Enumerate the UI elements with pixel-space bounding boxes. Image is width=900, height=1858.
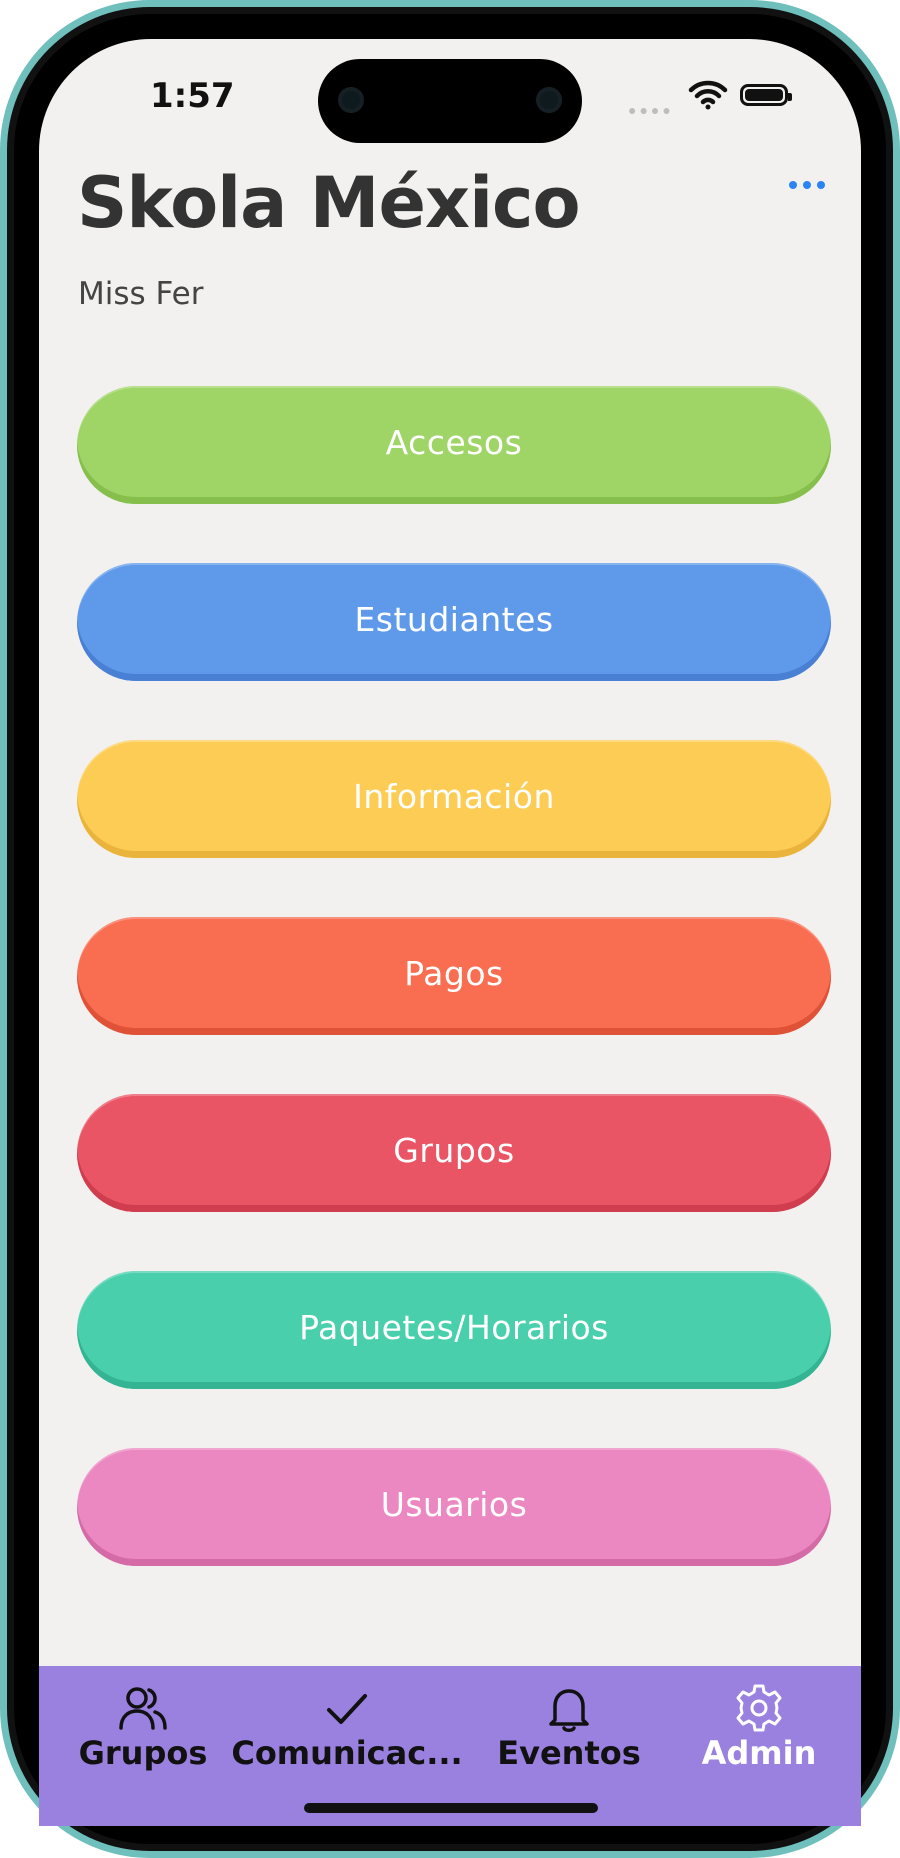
cellular-signal-icon: ●●●● bbox=[628, 102, 674, 118]
battery-icon bbox=[740, 84, 792, 106]
pagos-button[interactable]: Pagos bbox=[77, 917, 831, 1035]
gear-icon bbox=[736, 1684, 782, 1732]
tab-admin[interactable]: Admin bbox=[689, 1684, 829, 1794]
camera-icon bbox=[536, 87, 562, 113]
more-options-icon[interactable] bbox=[782, 170, 832, 200]
sensor-icon bbox=[338, 87, 364, 113]
tab-grupos[interactable]: Grupos bbox=[73, 1684, 213, 1794]
accesos-button[interactable]: Accesos bbox=[77, 386, 831, 504]
status-indicators: ●●●● bbox=[628, 80, 798, 118]
tab-eventos[interactable]: Eventos bbox=[479, 1684, 659, 1794]
dynamic-island bbox=[318, 59, 582, 143]
status-time: 1:57 bbox=[150, 76, 235, 116]
bell-icon bbox=[549, 1689, 589, 1732]
grupos-button[interactable]: Grupos bbox=[77, 1094, 831, 1212]
user-name: Miss Fer bbox=[78, 276, 204, 312]
tab-admin-label: Admin bbox=[701, 1734, 817, 1772]
tab-grupos-label: Grupos bbox=[78, 1734, 208, 1772]
tab-comunicaciones[interactable]: Comunicac... bbox=[231, 1684, 463, 1794]
users-icon bbox=[119, 1687, 167, 1730]
tab-bar: Grupos Comunicac... Eventos Admin bbox=[39, 1666, 861, 1826]
checkmark-icon bbox=[327, 1694, 367, 1724]
usuarios-button[interactable]: Usuarios bbox=[77, 1448, 831, 1566]
informacion-button[interactable]: Información bbox=[77, 740, 831, 858]
wifi-icon bbox=[688, 80, 728, 110]
estudiantes-button[interactable]: Estudiantes bbox=[77, 563, 831, 681]
tab-comunicaciones-label: Comunicac... bbox=[231, 1734, 463, 1772]
paquetes-horarios-button[interactable]: Paquetes/Horarios bbox=[77, 1271, 831, 1389]
page-title: Skola México bbox=[77, 162, 581, 244]
tab-eventos-label: Eventos bbox=[497, 1734, 641, 1772]
home-indicator bbox=[304, 1803, 598, 1813]
